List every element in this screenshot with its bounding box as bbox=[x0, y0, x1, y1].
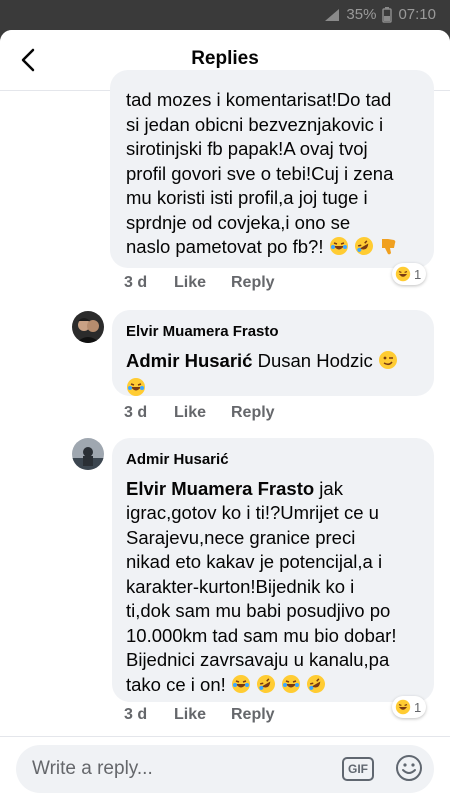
comment-line: profil govori sve o tebi!Cuj i zena bbox=[126, 162, 394, 184]
comment-line: nikad eto kakav je potencijal,a i bbox=[126, 551, 383, 572]
emoji-button[interactable] bbox=[394, 753, 424, 783]
clock: 07:10 bbox=[398, 6, 436, 23]
comment-line: Sarajevu,nece granice preci bbox=[126, 526, 356, 548]
reply-button[interactable]: Reply bbox=[231, 706, 275, 724]
smiley-icon bbox=[396, 755, 422, 781]
comment-line: tad mozes i komentarisat!Do tad bbox=[126, 89, 392, 110]
laughing-emoji-icon bbox=[231, 674, 251, 701]
comment-bubble[interactable]: Elvir Muamera Frasto Admir Husarić Dusan… bbox=[112, 310, 434, 396]
reply-button[interactable]: Reply bbox=[231, 274, 275, 292]
like-button[interactable]: Like bbox=[174, 706, 231, 724]
reaction-count: 1 bbox=[414, 699, 422, 715]
comment-time: 3 d bbox=[124, 274, 148, 291]
gif-button[interactable]: GIF bbox=[342, 757, 374, 781]
replies-sheet: Replies tad mozes i komentarisat!Do tad … bbox=[0, 30, 450, 800]
battery-icon bbox=[382, 6, 393, 23]
haha-reaction-icon bbox=[395, 266, 411, 282]
reply-composer: GIF bbox=[0, 736, 450, 800]
comment-line: sirotinjski fb papak!A ovaj tvoj bbox=[126, 138, 368, 159]
wink-emoji-icon bbox=[378, 350, 398, 377]
like-button[interactable]: Like bbox=[174, 404, 231, 422]
reaction-count: 1 bbox=[414, 266, 422, 282]
comment-time: 3 d bbox=[124, 404, 148, 421]
laughing-emoji-icon bbox=[329, 236, 349, 263]
status-bar: 35% 07:10 bbox=[0, 0, 450, 30]
rofl-emoji-icon bbox=[354, 236, 374, 263]
comment-line: tako ce i on! bbox=[126, 673, 226, 695]
comment-time: 3 d bbox=[124, 706, 148, 723]
reaction-summary[interactable]: 1 bbox=[392, 696, 427, 718]
comment-actions: 3 d Like Reply bbox=[124, 706, 275, 724]
comment-bubble[interactable]: Admir Husarić Elvir Muamera Frasto jak i… bbox=[112, 438, 434, 702]
comment-line: sprdnje od covjeka,i ono se bbox=[126, 211, 351, 233]
battery-percent: 35% bbox=[346, 6, 377, 23]
haha-reaction-icon bbox=[395, 699, 411, 715]
status-icons: 35% 07:10 bbox=[324, 6, 436, 23]
comment-line: karakter-kurton!Bijednik ko i bbox=[126, 575, 355, 597]
avatar[interactable] bbox=[72, 311, 104, 343]
reply-button[interactable]: Reply bbox=[231, 404, 275, 422]
mention-link[interactable]: Admir Husarić bbox=[126, 350, 252, 371]
rofl-emoji-icon bbox=[306, 674, 326, 701]
comment-actions: 3 d Like Reply bbox=[124, 274, 275, 292]
reaction-summary[interactable]: 1 bbox=[392, 263, 427, 285]
comment-text: Dusan Hodzic bbox=[252, 349, 373, 371]
comment-actions: 3 d Like Reply bbox=[124, 404, 275, 422]
comment-line: jak bbox=[319, 477, 343, 499]
comment-line: si jedan obicni bezveznjakovic i bbox=[126, 113, 384, 135]
comment-line: igrac,gotov ko i ti!?Umrijet ce u bbox=[126, 502, 379, 523]
laughing-emoji-icon bbox=[126, 377, 146, 404]
like-button[interactable]: Like bbox=[174, 274, 231, 292]
comment-line: ti,dok sam mu babi posudjivo po bbox=[126, 600, 391, 621]
page-title: Replies bbox=[191, 48, 259, 69]
mention-link[interactable]: Elvir Muamera Frasto bbox=[126, 478, 314, 499]
signal-icon bbox=[325, 8, 340, 21]
thumbs-down-emoji-icon bbox=[379, 236, 399, 263]
comment-author[interactable]: Elvir Muamera Frasto bbox=[126, 320, 420, 345]
laughing-emoji-icon bbox=[281, 674, 301, 701]
comment-bubble[interactable]: tad mozes i komentarisat!Do tad si jedan… bbox=[110, 70, 434, 268]
rofl-emoji-icon bbox=[256, 674, 276, 701]
comment-line: 10.000km tad sam mu bio dobar! bbox=[126, 624, 397, 646]
comment-author[interactable]: Admir Husarić bbox=[126, 448, 420, 473]
comment-line: mu koristi isti profil,a joj tuge i bbox=[126, 187, 368, 208]
comment-line: Bijednici zavrsavaju u kanalu,pa bbox=[126, 649, 390, 670]
comment-line: naslo pametovat po fb?! bbox=[126, 236, 324, 257]
avatar[interactable] bbox=[72, 438, 104, 470]
